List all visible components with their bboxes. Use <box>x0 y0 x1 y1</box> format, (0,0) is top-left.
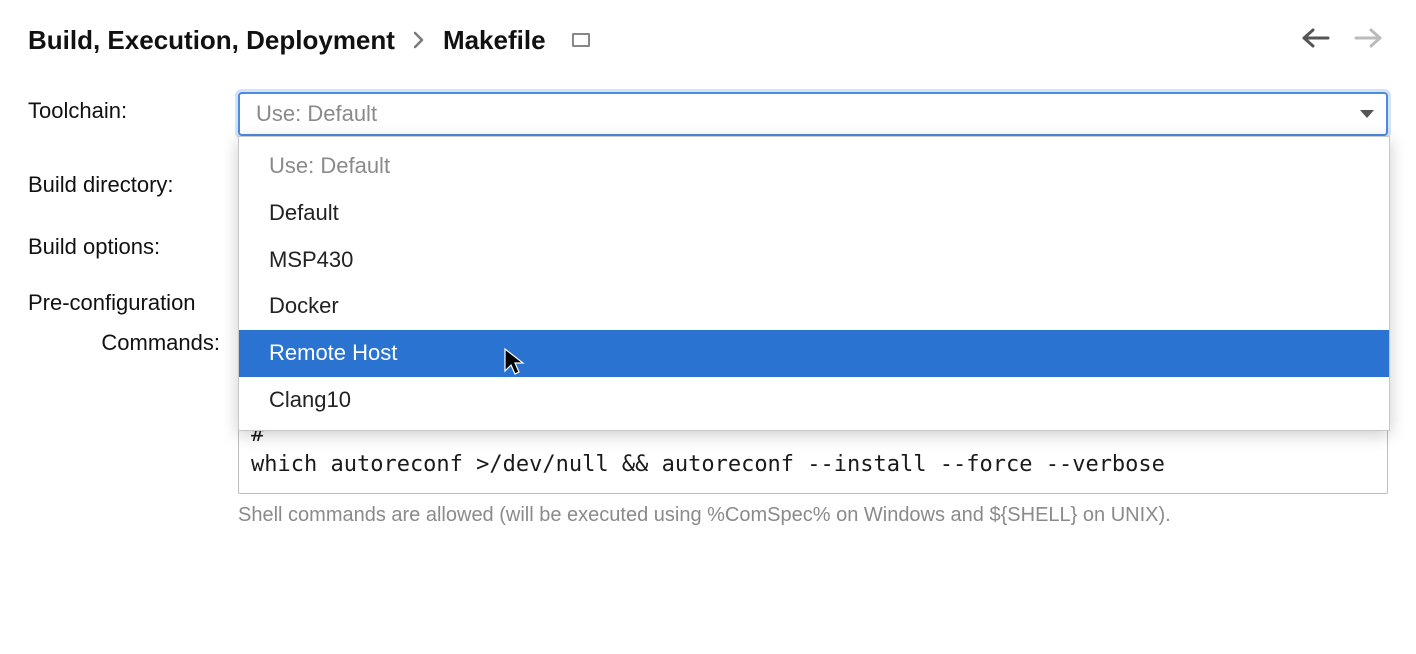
toolchain-label: Toolchain: <box>28 92 238 124</box>
pre-configuration-label: Pre-configuration <box>28 290 196 316</box>
back-arrow-icon[interactable] <box>1300 24 1330 56</box>
dropdown-option-remote-host[interactable]: Remote Host <box>239 330 1389 377</box>
window-icon <box>572 33 590 47</box>
toolchain-dropdown: Use: Default Default MSP430 Docker Remot… <box>238 136 1390 431</box>
dropdown-option-clang10[interactable]: Clang10 <box>239 377 1389 424</box>
toolchain-selected-value: Use: Default <box>256 101 377 127</box>
dropdown-option-msp430[interactable]: MSP430 <box>239 237 1389 284</box>
commands-hint: Shell commands are allowed (will be exec… <box>238 504 1388 527</box>
commands-label: Commands: <box>28 324 238 356</box>
chevron-down-icon <box>1360 110 1374 118</box>
breadcrumb-current: Makefile <box>443 25 546 56</box>
toolchain-row: Toolchain: Use: Default Use: Default Def… <box>28 92 1388 136</box>
header: Build, Execution, Deployment Makefile <box>28 24 1388 56</box>
breadcrumb: Build, Execution, Deployment Makefile <box>28 25 590 56</box>
build-options-label: Build options: <box>28 228 238 260</box>
nav-arrows <box>1300 24 1388 56</box>
dropdown-option-default[interactable]: Default <box>239 190 1389 237</box>
dropdown-option-use-default[interactable]: Use: Default <box>239 143 1389 190</box>
chevron-right-icon <box>413 31 425 49</box>
build-directory-label: Build directory: <box>28 166 238 198</box>
forward-arrow-icon <box>1354 24 1384 56</box>
toolchain-select[interactable]: Use: Default <box>238 92 1388 136</box>
dropdown-option-docker[interactable]: Docker <box>239 283 1389 330</box>
breadcrumb-parent[interactable]: Build, Execution, Deployment <box>28 25 395 56</box>
